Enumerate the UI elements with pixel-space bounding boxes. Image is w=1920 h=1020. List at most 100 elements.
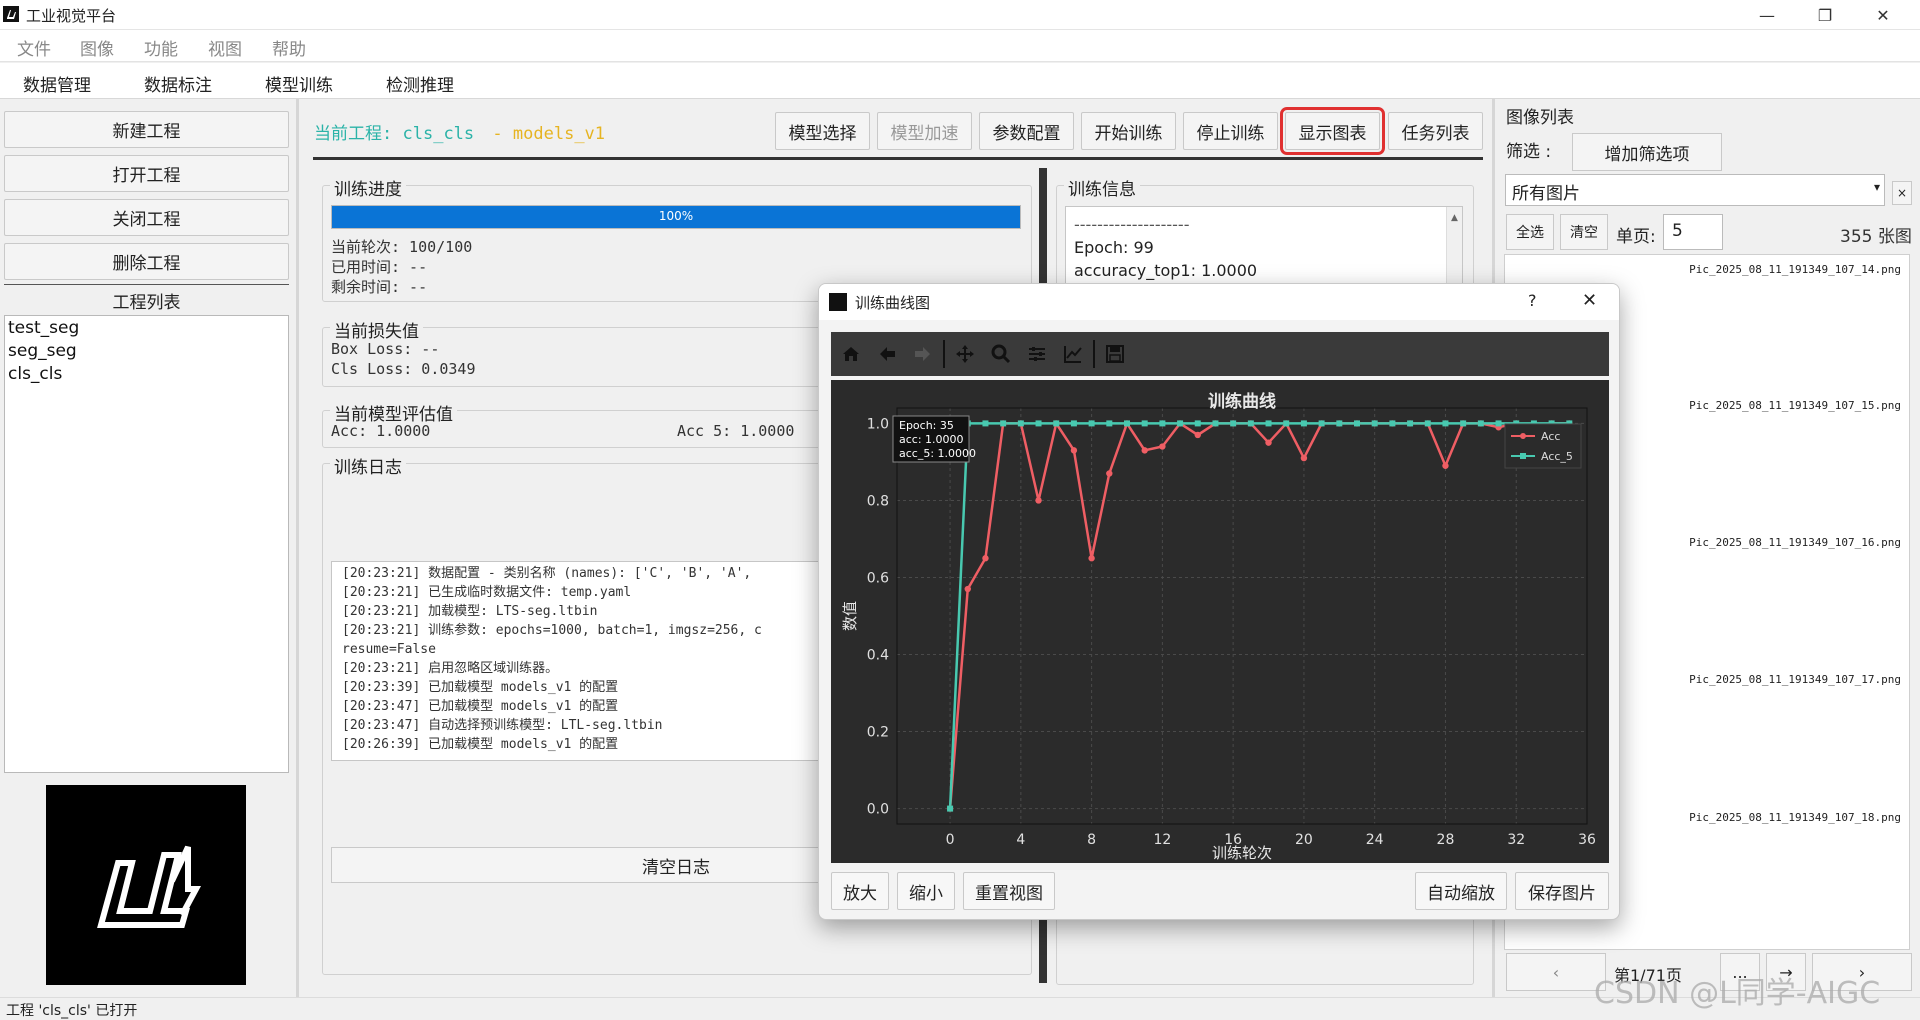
image-file-name[interactable]: Pic_2025_08_11_191349_107_17.png [1689,673,1901,686]
info-dashes: -------------------- [1074,215,1190,234]
task-list-button[interactable]: 任务列表 [1388,112,1483,150]
project-list[interactable]: test_seg seg_seg cls_cls [4,315,289,773]
clear-filter-button[interactable]: × [1892,181,1912,205]
divider [4,284,289,285]
delete-project-button[interactable]: 删除工程 [4,243,289,280]
clear-selection-button[interactable]: 清空 [1560,214,1608,250]
window-title: 工业视觉平台 [26,7,117,25]
acc-point [1442,462,1449,469]
image-file-name[interactable]: Pic_2025_08_11_191349_107_18.png [1689,811,1901,824]
y-tick-label: 1.0 [867,416,889,432]
new-project-button[interactable]: 新建工程 [4,111,289,148]
restore-icon[interactable]: ❐ [1796,0,1854,30]
legend-acc5-marker [1520,453,1526,459]
x-tick-label: 8 [1087,832,1096,848]
menu-file[interactable]: 文件 [17,35,51,60]
acc5-point [1389,420,1396,427]
chevron-down-icon: ▾ [1873,180,1880,194]
tooltip-epoch: Epoch: 35 [899,419,954,432]
zoom-out-button[interactable]: 缩小 [897,872,955,910]
chart-grid [897,408,1588,824]
image-filter-select[interactable]: 所有图片 ▾ [1505,174,1885,206]
model-accelerate-button[interactable]: 模型加速 [877,112,972,150]
show-chart-button[interactable]: 显示图表 [1280,107,1385,155]
chart-dialog: 训练曲线图 ? ✕ 训练曲线 0.0 0.2 0.4 0.6 0.8 1.0 0 4 8 12 1… [818,283,1620,920]
tab-model-training[interactable]: 模型训练 [265,71,333,96]
minimize-icon[interactable]: — [1738,0,1796,30]
start-training-button[interactable]: 开始训练 [1081,112,1176,150]
acc5-point [1053,420,1060,427]
image-count: 355 张图 [1840,227,1912,247]
acc5-point [1477,420,1484,427]
prev-page-button[interactable]: ‹ [1506,953,1606,991]
app-logo-icon [3,6,19,22]
current-model-name: models_v1 [512,124,606,144]
project-item[interactable]: test_seg [5,317,288,340]
close-icon[interactable]: ✕ [1582,290,1597,311]
header-separator: - [492,124,503,144]
tab-data-annotation[interactable]: 数据标注 [144,71,212,96]
acc5-value: Acc 5: 1.0000 [677,422,795,440]
close-project-button[interactable]: 关闭工程 [4,199,289,236]
train-info-text[interactable]: -------------------- Epoch: 99 accuracy_… [1065,206,1463,286]
menu-image[interactable]: 图像 [80,35,114,60]
chart-area[interactable]: 训练曲线 0.0 0.2 0.4 0.6 0.8 1.0 0 4 8 12 16 20 24 28 32 3… [831,380,1609,863]
edit-axis-icon[interactable] [1059,340,1087,368]
acc5-point [1442,420,1449,427]
scrollbar[interactable]: ▲ [1446,207,1462,285]
project-item[interactable]: seg_seg [5,340,288,363]
series-line-acc [948,420,1570,809]
training-curve-chart[interactable]: 训练曲线 0.00.20.40.60.81.0 0 4 8 12 16 20 24 28 32 3… [831,380,1609,863]
close-window-icon[interactable]: ✕ [1854,0,1912,30]
info-epoch: Epoch: 99 [1074,238,1154,257]
image-file-name[interactable]: Pic_2025_08_11_191349_107_16.png [1689,536,1901,549]
stop-training-button[interactable]: 停止训练 [1183,112,1278,150]
acc5-point [1336,420,1343,427]
acc5-point [1354,420,1360,427]
menu-view[interactable]: 视图 [208,35,242,60]
menu-function[interactable]: 功能 [144,35,178,60]
pan-icon[interactable] [951,340,979,368]
select-all-button[interactable]: 全选 [1506,214,1554,250]
image-file-name[interactable]: Pic_2025_08_11_191349_107_14.png [1689,263,1901,276]
back-icon[interactable] [873,340,901,368]
acc5-point [1424,420,1431,427]
header-divider [313,157,1483,160]
open-project-button[interactable]: 打开工程 [4,155,289,192]
configure-subplots-icon[interactable] [1023,340,1051,368]
reset-view-button[interactable]: 重置视图 [963,872,1055,910]
param-config-button[interactable]: 参数配置 [979,112,1074,150]
save-icon[interactable] [1101,340,1129,368]
tab-data-management[interactable]: 数据管理 [23,71,91,96]
menu-help[interactable]: 帮助 [272,35,306,60]
acc5-point [1070,420,1077,427]
acc5-point [1177,420,1184,427]
filter-label: 筛选 : [1506,142,1552,162]
home-icon[interactable] [837,340,865,368]
x-tick-label: 24 [1366,832,1384,848]
project-item[interactable]: cls_cls [5,363,288,386]
progress-label: 100% [658,209,694,223]
page-size-input[interactable]: 5 [1663,214,1723,250]
help-icon[interactable]: ? [1528,291,1537,310]
save-image-button[interactable]: 保存图片 [1515,872,1609,910]
tooltip-acc5: acc_5: 1.0000 [899,447,976,460]
add-filter-button[interactable]: 增加筛选项 [1572,133,1722,171]
forward-icon[interactable] [909,340,937,368]
tab-bar: 数据管理 数据标注 模型训练 检测推理 [0,63,1920,99]
zoom-icon[interactable] [987,340,1015,368]
title-bar: 工业视觉平台 — ❐ ✕ [0,0,1920,30]
model-select-button[interactable]: 模型选择 [775,112,870,150]
zoom-in-button[interactable]: 放大 [831,872,889,910]
progress-bar: 100% [331,205,1021,229]
splitter[interactable] [296,99,299,997]
current-project-header: 当前工程: cls_cls - models_v1 [314,119,605,144]
acc-point [982,555,989,562]
plot-toolbar [831,332,1609,376]
legend-acc5-label: Acc_5 [1541,450,1573,463]
scroll-up-icon[interactable]: ▲ [1447,207,1462,230]
tab-inference[interactable]: 检测推理 [386,71,454,96]
auto-scale-button[interactable]: 自动缩放 [1415,872,1507,910]
image-filter-value: 所有图片 [1512,184,1580,204]
image-file-name[interactable]: Pic_2025_08_11_191349_107_15.png [1689,399,1901,412]
